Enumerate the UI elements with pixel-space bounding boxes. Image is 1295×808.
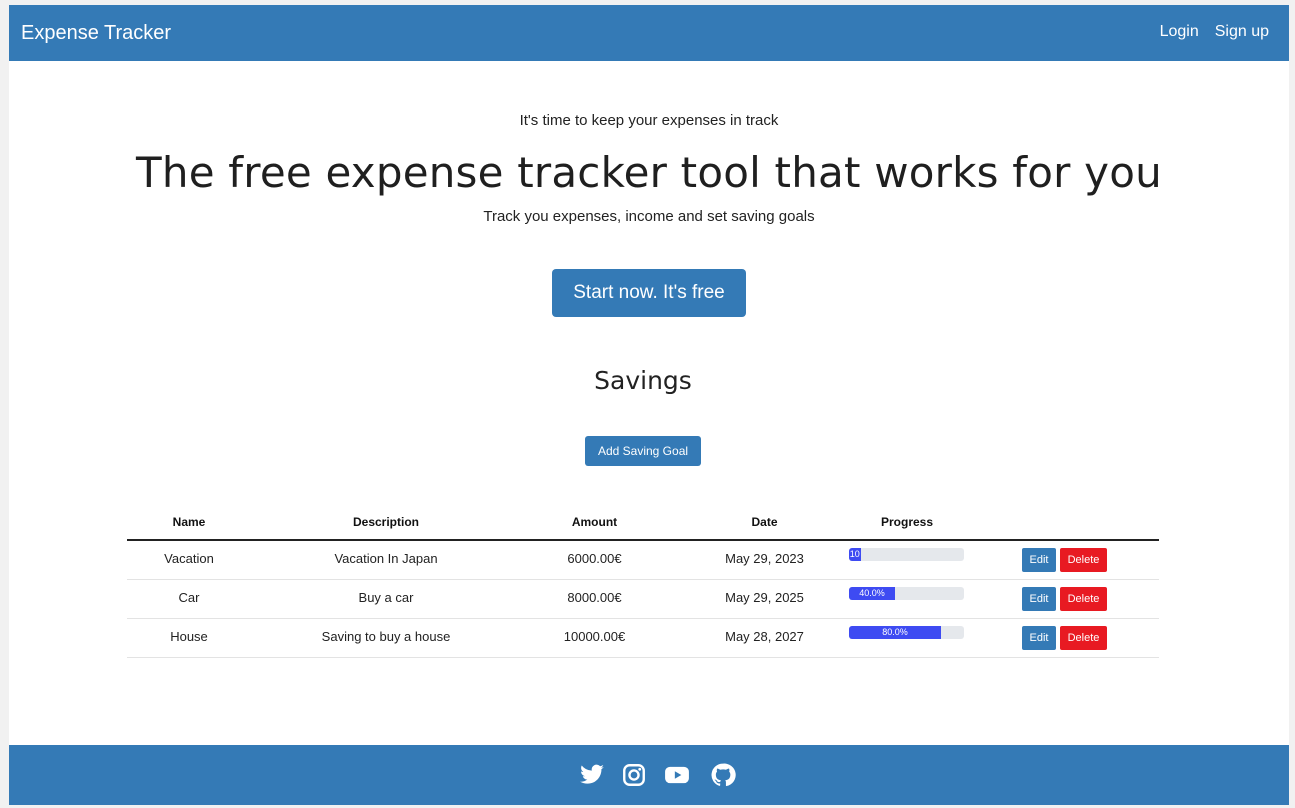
cell-date: May 29, 2023: [725, 551, 804, 566]
nav-links: Login Sign up: [1160, 22, 1269, 42]
cell-amount: 6000.00€: [567, 551, 622, 566]
progress-fill: 80.0%: [849, 626, 941, 639]
cell-name: Vacation: [164, 551, 214, 566]
table-row: Car Buy a car 8000.00€ May 29, 2025 40.0…: [127, 580, 1159, 619]
cell-amount: 8000.00€: [567, 590, 622, 605]
github-icon[interactable]: [710, 762, 736, 788]
progress-bar: 80.0%: [849, 626, 964, 639]
instagram-icon[interactable]: [621, 762, 647, 788]
login-link[interactable]: Login: [1160, 22, 1199, 42]
savings-title: Savings: [594, 366, 692, 395]
cell-description: Vacation In Japan: [334, 551, 438, 566]
start-now-button[interactable]: Start now. It's free: [552, 269, 746, 317]
cell-description: Saving to buy a house: [321, 629, 451, 644]
progress-bar: 40.0%: [849, 587, 964, 600]
edit-button[interactable]: Edit: [1022, 587, 1056, 611]
progress-fill: 10: [849, 548, 861, 561]
table-row: Vacation Vacation In Japan 6000.00€ May …: [127, 541, 1159, 580]
youtube-icon[interactable]: [664, 762, 690, 788]
delete-button[interactable]: Delete: [1060, 587, 1107, 611]
column-header-name: Name: [172, 515, 206, 529]
column-header-date: Date: [751, 515, 778, 529]
twitter-icon[interactable]: [579, 762, 605, 788]
hero-kicker: It's time to keep your expenses in track: [519, 112, 779, 129]
column-header-description: Description: [352, 515, 419, 529]
cell-amount: 10000.00€: [563, 629, 626, 644]
cell-name: House: [170, 629, 208, 644]
hero-subtitle: Track you expenses, income and set savin…: [483, 208, 815, 225]
table-header: Name Description Amount Date Progress: [127, 509, 1159, 541]
cell-name: Car: [178, 590, 200, 605]
footer: [9, 745, 1289, 805]
progress-fill: 40.0%: [849, 587, 895, 600]
cell-date: May 28, 2027: [725, 629, 804, 644]
edit-button[interactable]: Edit: [1022, 626, 1056, 650]
cell-date: May 29, 2025: [725, 590, 804, 605]
brand-link[interactable]: Expense Tracker: [21, 21, 171, 45]
hero-title: The free expense tracker tool that works…: [136, 148, 1162, 197]
column-header-progress: Progress: [880, 515, 934, 529]
cell-description: Buy a car: [358, 590, 414, 605]
edit-button[interactable]: Edit: [1022, 548, 1056, 572]
delete-button[interactable]: Delete: [1060, 548, 1107, 572]
app-frame: Expense Tracker Login Sign up It's time …: [9, 5, 1289, 805]
navbar: Expense Tracker Login Sign up: [9, 5, 1289, 61]
delete-button[interactable]: Delete: [1060, 626, 1107, 650]
table-row: House Saving to buy a house 10000.00€ Ma…: [127, 619, 1159, 658]
column-header-amount: Amount: [571, 515, 618, 529]
add-saving-goal-button[interactable]: Add Saving Goal: [585, 436, 701, 466]
savings-table: Name Description Amount Date Progress Va…: [127, 509, 1159, 658]
signup-link[interactable]: Sign up: [1215, 22, 1269, 42]
progress-bar: 10: [849, 548, 964, 561]
